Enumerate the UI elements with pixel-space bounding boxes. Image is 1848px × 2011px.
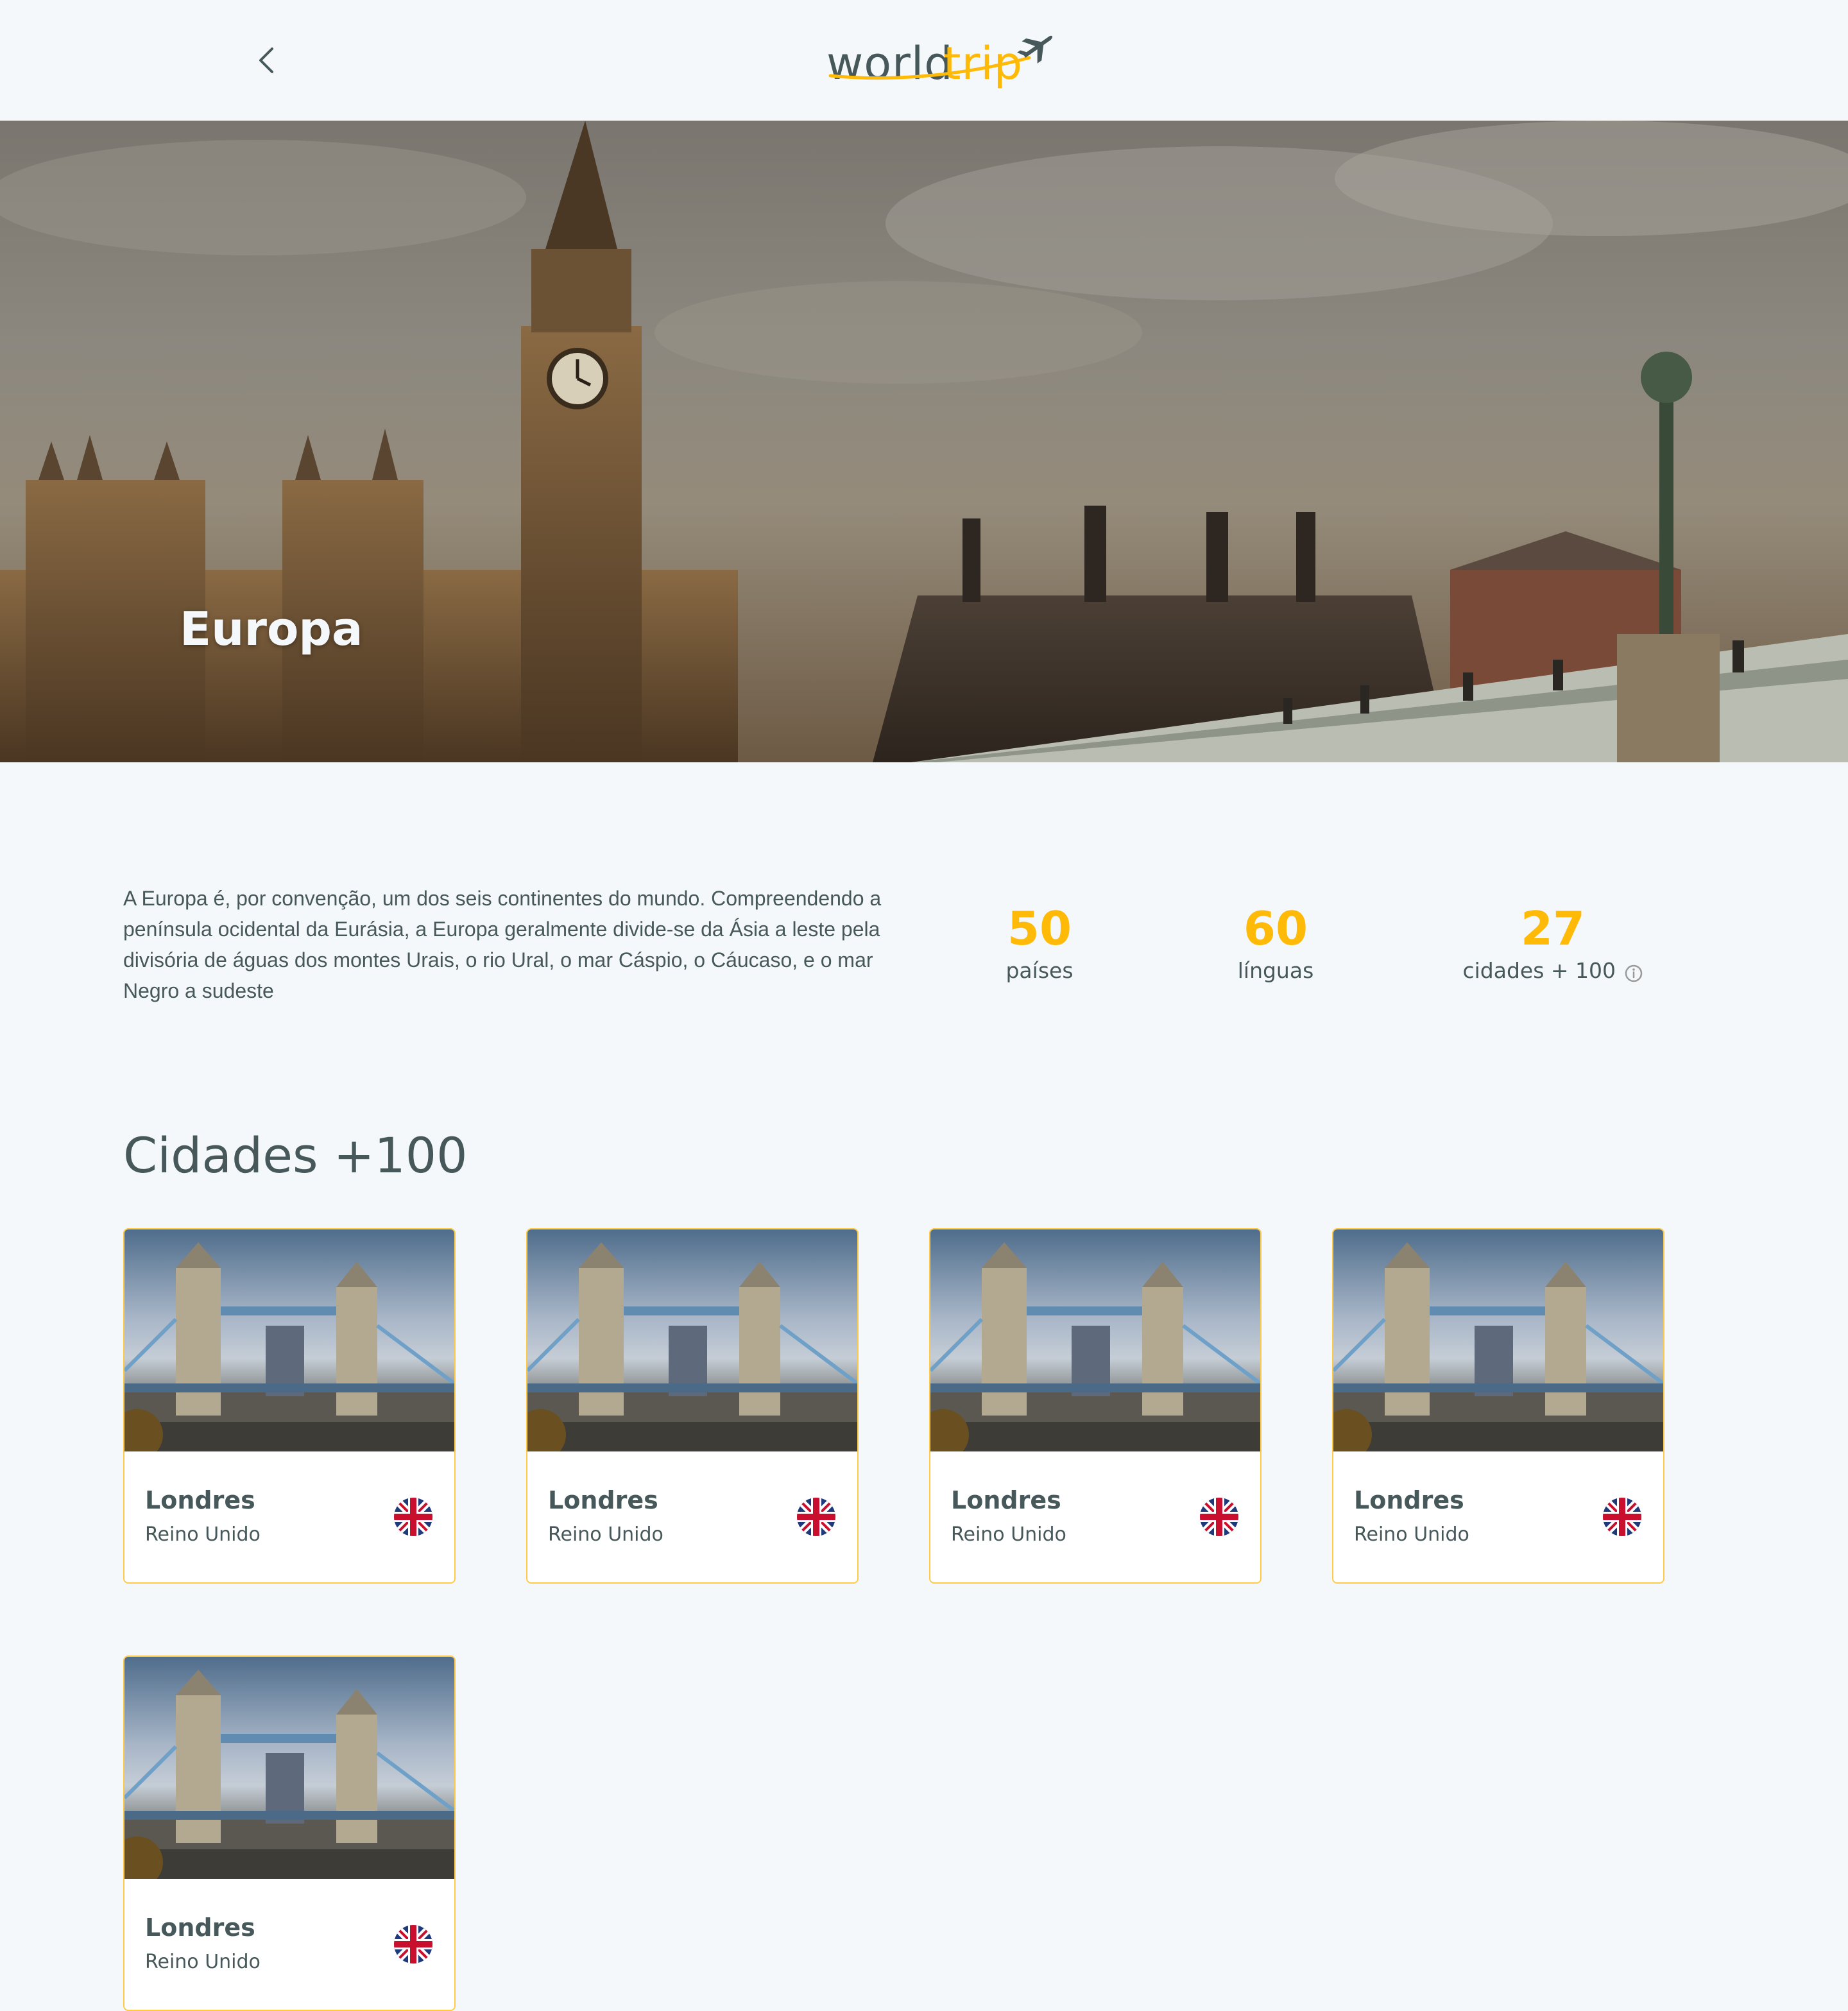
stat-countries-value: 50 xyxy=(1007,902,1072,955)
city-card[interactable]: Londres Reino Unido xyxy=(929,1228,1262,1584)
city-country: Reino Unido xyxy=(951,1523,1066,1546)
stat-languages-label: línguas xyxy=(1237,958,1314,983)
city-card[interactable]: Londres Reino Unido xyxy=(123,1228,456,1584)
continent-title: Europa xyxy=(180,602,363,656)
stat-countries-label: países xyxy=(1005,958,1074,983)
city-card[interactable]: Londres Reino Unido xyxy=(123,1656,456,2011)
stat-languages-value: 60 xyxy=(1243,902,1308,955)
uk-flag-icon xyxy=(1603,1498,1641,1536)
continent-banner: Europa xyxy=(0,121,1848,762)
city-card[interactable]: Londres Reino Unido xyxy=(1332,1228,1664,1584)
city-country: Reino Unido xyxy=(145,1951,261,1973)
cities-section-title: Cidades +100 xyxy=(123,1127,468,1184)
uk-flag-icon xyxy=(394,1498,432,1536)
stat-cities: 27 cidades + 100 xyxy=(1450,902,1656,986)
city-name: Londres xyxy=(548,1486,658,1514)
airplane-icon xyxy=(828,35,1053,80)
city-country: Reino Unido xyxy=(1354,1523,1469,1546)
stat-cities-value: 27 xyxy=(1520,902,1586,955)
back-button[interactable] xyxy=(254,42,280,78)
city-image xyxy=(124,1229,454,1451)
city-image xyxy=(527,1229,857,1451)
top-header: world trip xyxy=(0,0,1848,121)
city-country: Reino Unido xyxy=(548,1523,663,1546)
stat-countries: 50 países xyxy=(975,902,1104,986)
city-name: Londres xyxy=(145,1913,255,1942)
city-image xyxy=(930,1229,1260,1451)
worldtrip-logo[interactable]: world trip xyxy=(824,26,1068,96)
city-name: Londres xyxy=(951,1486,1061,1514)
city-image xyxy=(1333,1229,1663,1451)
stat-cities-label: cidades + 100 xyxy=(1462,958,1616,983)
uk-flag-icon xyxy=(1200,1498,1238,1536)
london-skyline-image xyxy=(0,121,1848,762)
city-name: Londres xyxy=(1354,1486,1464,1514)
continent-description: A Europa é, por convenção, um dos seis c… xyxy=(123,887,882,1002)
city-country: Reino Unido xyxy=(145,1523,261,1546)
city-card[interactable]: Londres Reino Unido xyxy=(526,1228,859,1584)
uk-flag-icon xyxy=(797,1498,835,1536)
chevron-left-icon xyxy=(259,47,273,73)
uk-flag-icon xyxy=(394,1925,432,1964)
info-circle-icon[interactable] xyxy=(1624,964,1643,983)
city-image xyxy=(124,1657,454,1879)
city-name: Londres xyxy=(145,1486,255,1514)
stat-languages: 60 línguas xyxy=(1211,902,1340,986)
